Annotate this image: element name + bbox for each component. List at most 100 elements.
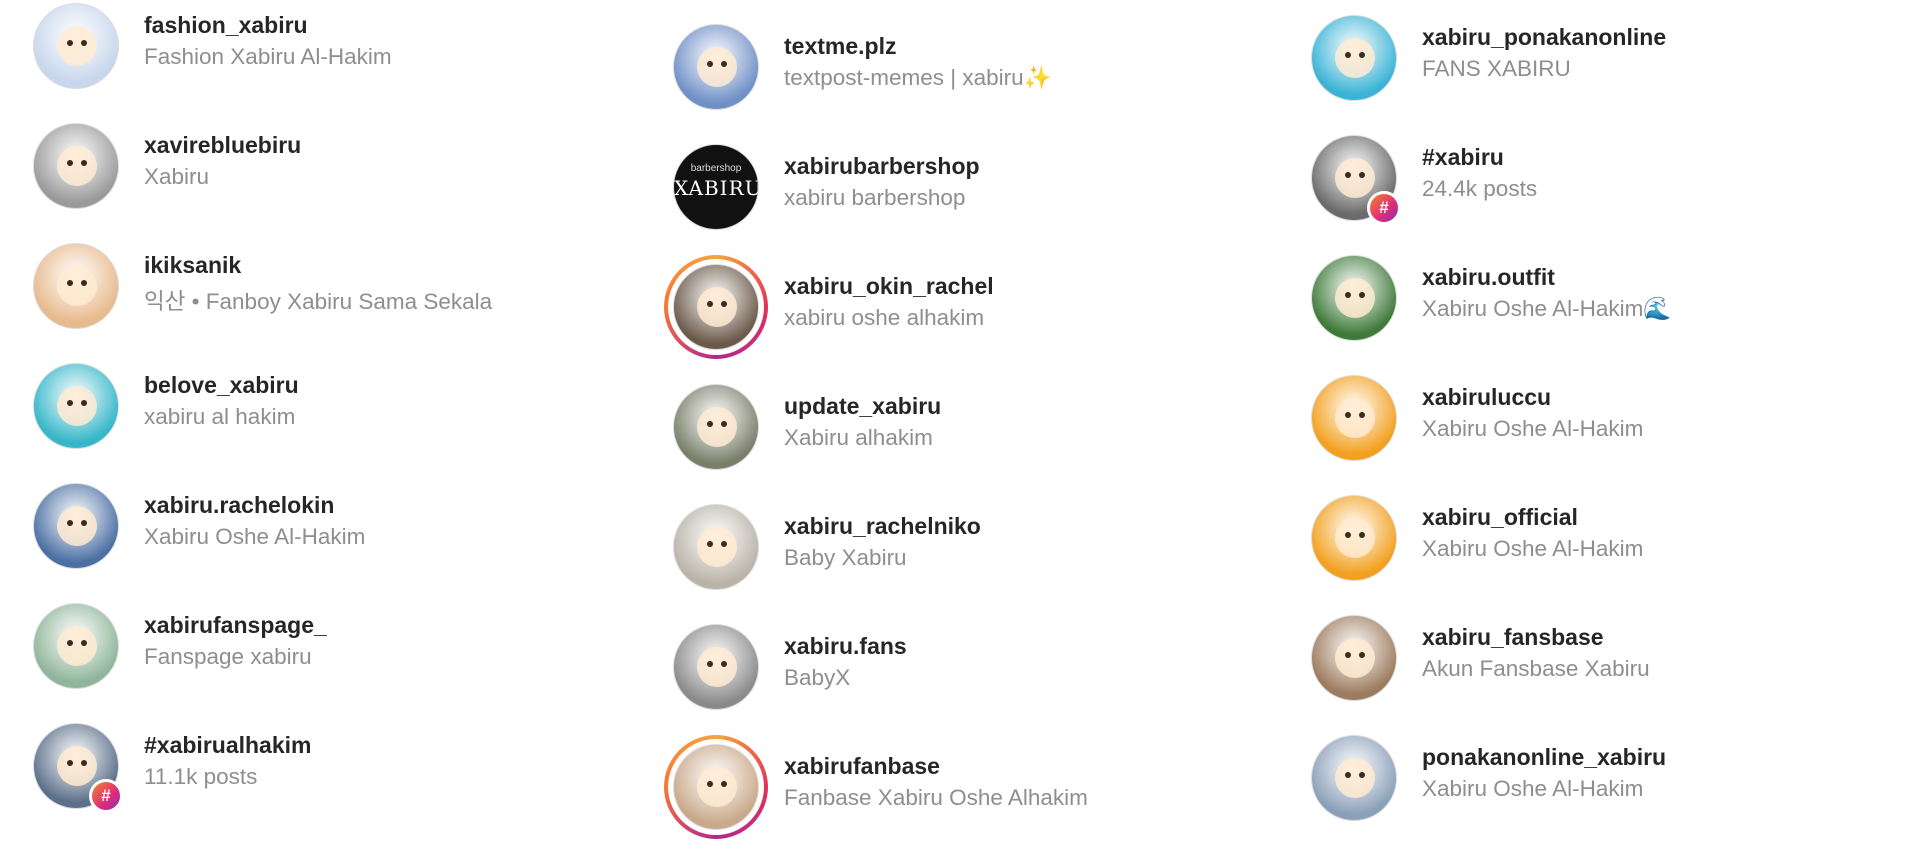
hashtag-result-row[interactable]: # #xabiru 24.4k posts bbox=[1277, 118, 1916, 238]
account-result-row[interactable]: xabiru.outfit Xabiru Oshe Al-Hakim🌊 bbox=[1277, 238, 1916, 358]
avatar-photo-subject bbox=[57, 26, 97, 66]
username[interactable]: textme.plz bbox=[784, 33, 896, 60]
username[interactable]: xabiruluccu bbox=[1422, 384, 1551, 411]
hashtag-name[interactable]: #xabiru bbox=[1422, 144, 1504, 171]
hashtag-result-row[interactable]: # #xabirualhakim 11.1k posts bbox=[0, 706, 639, 826]
profile-avatar[interactable] bbox=[1311, 375, 1397, 461]
profile-avatar[interactable] bbox=[1311, 15, 1397, 101]
full-name: Baby Xabiru bbox=[784, 545, 907, 570]
post-count: 11.1k posts bbox=[144, 764, 258, 789]
profile-avatar[interactable] bbox=[33, 603, 119, 689]
username[interactable]: xabirubarbershop bbox=[784, 153, 980, 180]
account-result-row[interactable]: xabirufanbase Fanbase Xabiru Oshe Alhakim bbox=[639, 727, 1278, 847]
account-result-row[interactable]: xabiru_ponakanonline FANS XABIRU bbox=[1277, 0, 1916, 118]
hashtag-icon: # bbox=[89, 779, 123, 813]
username[interactable]: fashion_xabiru bbox=[144, 12, 308, 39]
profile-avatar[interactable] bbox=[1311, 615, 1397, 701]
account-result-row[interactable]: fashion_xabiru Fashion Xabiru Al-Hakim bbox=[0, 0, 639, 106]
account-result-row[interactable]: ikiksanik 익산 • Fanboy Xabiru Sama Sekala bbox=[0, 226, 639, 346]
logo-caption: barbershop bbox=[690, 163, 742, 174]
profile-avatar[interactable] bbox=[673, 624, 759, 710]
full-name: Xabiru Oshe Al-Hakim bbox=[1422, 416, 1644, 441]
account-result-row[interactable]: xabiru_official Xabiru Oshe Al-Hakim bbox=[1277, 478, 1916, 598]
logo-wordmark: XABIRU bbox=[674, 176, 759, 200]
username[interactable]: xabirufanbase bbox=[784, 753, 940, 780]
username[interactable]: xabiru_fansbase bbox=[1422, 624, 1604, 651]
account-result-row[interactable]: textme.plz textpost-memes | xabiru✨ bbox=[639, 7, 1278, 127]
avatar-photo-subject bbox=[57, 266, 97, 306]
avatar-photo-subject bbox=[697, 527, 737, 567]
profile-avatar[interactable] bbox=[33, 483, 119, 569]
account-result-row[interactable]: xavirebluebiru Xabiru bbox=[0, 106, 639, 226]
profile-avatar[interactable] bbox=[1311, 255, 1397, 341]
account-result-row[interactable]: ponakanonline_xabiru Xabiru Oshe Al-Hakim bbox=[1277, 718, 1916, 838]
avatar-photo-subject bbox=[697, 767, 737, 807]
profile-avatar[interactable] bbox=[673, 744, 759, 830]
avatar-photo-subject bbox=[57, 626, 97, 666]
avatar-photo-subject bbox=[1335, 638, 1375, 678]
username[interactable]: ponakanonline_xabiru bbox=[1422, 744, 1666, 771]
full-name: Xabiru Oshe Al-Hakim bbox=[144, 524, 366, 549]
username[interactable]: xabiru_official bbox=[1422, 504, 1578, 531]
account-result-row[interactable]: update_xabiru Xabiru alhakim bbox=[639, 367, 1278, 487]
profile-avatar[interactable]: barbershop XABIRU bbox=[673, 144, 759, 230]
avatar-photo-subject bbox=[1335, 158, 1375, 198]
profile-avatar[interactable] bbox=[1311, 495, 1397, 581]
account-result-row[interactable]: xabiru_okin_rachel xabiru oshe alhakim bbox=[639, 247, 1278, 367]
username[interactable]: xabiru.rachelokin bbox=[144, 492, 334, 519]
username[interactable]: xavirebluebiru bbox=[144, 132, 301, 159]
profile-avatar[interactable] bbox=[673, 504, 759, 590]
full-name: 익산 • Fanboy Xabiru Sama Sekala bbox=[144, 289, 493, 314]
avatar-photo-subject bbox=[697, 647, 737, 687]
username[interactable]: xabiru.outfit bbox=[1422, 264, 1555, 291]
account-result-row[interactable]: barbershop XABIRU xabirubarbershop xabiru b… bbox=[639, 127, 1278, 247]
full-name: textpost-memes | xabiru✨ bbox=[784, 65, 1052, 90]
avatar-photo-subject bbox=[57, 146, 97, 186]
search-results: fashion_xabiru Fashion Xabiru Al-Hakim xav… bbox=[0, 0, 1916, 839]
full-name: Xabiru alhakim bbox=[784, 425, 933, 450]
results-column-1: fashion_xabiru Fashion Xabiru Al-Hakim xav… bbox=[0, 0, 639, 832]
profile-avatar[interactable] bbox=[33, 3, 119, 89]
username[interactable]: xabiru_rachelniko bbox=[784, 513, 981, 540]
username[interactable]: xabiru_ponakanonline bbox=[1422, 24, 1666, 51]
full-name: xabiru al hakim bbox=[144, 404, 296, 429]
full-name: Fanbase Xabiru Oshe Alhakim bbox=[784, 785, 1088, 810]
full-name: FANS XABIRU bbox=[1422, 56, 1571, 81]
avatar-photo-subject bbox=[697, 47, 737, 87]
avatar-photo-subject bbox=[1335, 398, 1375, 438]
username[interactable]: xabiru.fans bbox=[784, 633, 907, 660]
hashtag-name[interactable]: #xabirualhakim bbox=[144, 732, 311, 759]
username[interactable]: update_xabiru bbox=[784, 393, 941, 420]
avatar-photo-subject bbox=[697, 287, 737, 327]
full-name: Fashion Xabiru Al-Hakim bbox=[144, 44, 392, 69]
full-name: Fanspage xabiru bbox=[144, 644, 312, 669]
account-result-row[interactable]: xabiru.rachelokin Xabiru Oshe Al-Hakim bbox=[0, 466, 639, 586]
profile-avatar[interactable] bbox=[1311, 735, 1397, 821]
results-column-2: textme.plz textpost-memes | xabiru✨ barber… bbox=[639, 0, 1278, 839]
avatar-photo-subject bbox=[1335, 278, 1375, 318]
full-name: Xabiru Oshe Al-Hakim bbox=[1422, 536, 1644, 561]
avatar-photo-subject bbox=[57, 746, 97, 786]
avatar-photo-subject bbox=[57, 386, 97, 426]
account-result-row[interactable]: xabiruluccu Xabiru Oshe Al-Hakim bbox=[1277, 358, 1916, 478]
results-column-3: xabiru_ponakanonline FANS XABIRU # #xabiru 2… bbox=[1277, 0, 1916, 832]
username[interactable]: ikiksanik bbox=[144, 252, 241, 279]
profile-avatar[interactable] bbox=[33, 243, 119, 329]
full-name: BabyX bbox=[784, 665, 851, 690]
profile-avatar[interactable] bbox=[673, 384, 759, 470]
account-result-row[interactable]: xabiru.fans BabyX bbox=[639, 607, 1278, 727]
profile-avatar[interactable] bbox=[33, 123, 119, 209]
profile-avatar[interactable] bbox=[33, 363, 119, 449]
username[interactable]: xabiru_okin_rachel bbox=[784, 273, 994, 300]
username[interactable]: belove_xabiru bbox=[144, 372, 299, 399]
account-result-row[interactable]: xabiru_fansbase Akun Fansbase Xabiru bbox=[1277, 598, 1916, 718]
full-name: Xabiru bbox=[144, 164, 210, 189]
full-name: xabiru barbershop bbox=[784, 185, 966, 210]
profile-avatar[interactable] bbox=[673, 264, 759, 350]
username[interactable]: xabirufanspage_ bbox=[144, 612, 327, 639]
account-result-row[interactable]: belove_xabiruxabiru al hakim bbox=[0, 346, 639, 466]
account-result-row[interactable]: xabiru_rachelniko Baby Xabiru bbox=[639, 487, 1278, 607]
full-name: Xabiru Oshe Al-Hakim🌊 bbox=[1422, 296, 1672, 321]
profile-avatar[interactable] bbox=[673, 24, 759, 110]
account-result-row[interactable]: xabirufanspage_ Fanspage xabiru bbox=[0, 586, 639, 706]
